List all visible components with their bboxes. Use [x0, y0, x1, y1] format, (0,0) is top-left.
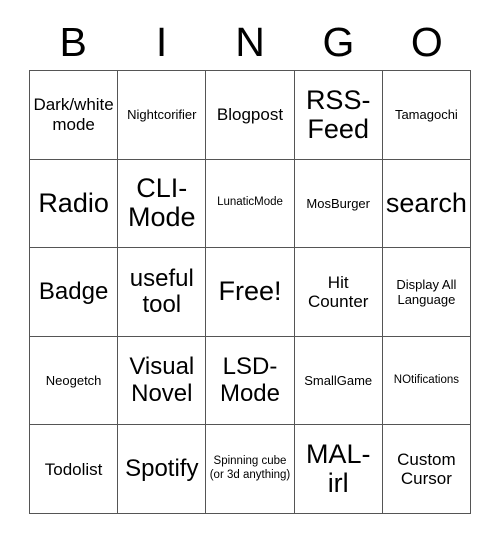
bingo-cell[interactable]: MAL-irl [294, 425, 383, 514]
bingo-header-letter-g: G [322, 18, 355, 65]
bingo-header-letter-i: I [155, 18, 168, 65]
bingo-cell-label: Blogpost [216, 105, 284, 125]
bingo-cell-label: Display All Language [396, 276, 457, 307]
bingo-cell[interactable]: CLI-Mode [118, 159, 207, 249]
bingo-cell[interactable]: MosBurger [294, 159, 383, 249]
bingo-card: B I N G O Dark/white mode Nightcorifier … [29, 14, 471, 514]
bingo-cell[interactable]: Visual Novel [118, 336, 207, 426]
bingo-cell[interactable]: SmallGame [294, 336, 383, 426]
bingo-cell-label: Free! [218, 276, 282, 307]
bingo-cell[interactable]: LSD-Mode [206, 336, 295, 426]
bingo-cell[interactable]: Neogetch [30, 336, 119, 426]
bingo-cell[interactable]: Custom Cursor [382, 425, 471, 514]
bingo-cell-label: LunaticMode [217, 196, 283, 209]
bingo-cell[interactable]: Todolist [30, 425, 119, 514]
bingo-cell[interactable]: Tamagochi [382, 71, 471, 160]
bingo-cell[interactable]: Radio [30, 159, 119, 249]
bingo-cell[interactable]: Spinning cube (or 3d anything) [206, 425, 295, 514]
bingo-cell-label: Visual Novel [129, 353, 195, 407]
bingo-cell-label: Badge [38, 277, 109, 305]
bingo-header-letter-b: B [59, 18, 87, 65]
bingo-header-letter-o: O [410, 18, 443, 65]
bingo-cell-label: Hit Counter [307, 272, 369, 311]
bingo-cell[interactable]: Badge [30, 248, 119, 337]
bingo-cell[interactable]: Dark/white mode [30, 71, 119, 160]
bingo-cell[interactable]: Hit Counter [294, 248, 383, 337]
bingo-header: B I N G O [29, 14, 471, 70]
bingo-cell-label: search [385, 187, 467, 218]
bingo-cell-label: NOtifications [393, 373, 459, 386]
bingo-cell[interactable]: search [382, 159, 471, 249]
bingo-cell-free-space[interactable]: Free! [206, 248, 295, 337]
bingo-cell[interactable]: Spotify [118, 425, 207, 514]
bingo-cell[interactable]: LunaticMode [206, 159, 295, 249]
bingo-cell-label: Radio [38, 187, 109, 218]
bingo-cell-label: Tamagochi [394, 107, 458, 123]
bingo-grid: Dark/white mode Nightcorifier Blogpost R… [29, 70, 471, 514]
bingo-cell-label: Nightcorifier [127, 107, 197, 123]
bingo-cell-label: CLI-Mode [128, 173, 196, 233]
bingo-cell-label: SmallGame [304, 372, 373, 388]
bingo-cell-label: MosBurger [306, 195, 370, 211]
bingo-cell[interactable]: NOtifications [382, 336, 471, 426]
bingo-cell-label: Spinning cube (or 3d anything) [209, 455, 291, 482]
bingo-cell[interactable]: Blogpost [206, 71, 295, 160]
bingo-cell-label: Dark/white mode [33, 95, 114, 134]
bingo-cell-label: RSS-Feed [305, 84, 371, 144]
bingo-cell-label: Custom Cursor [397, 449, 456, 489]
bingo-cell-label: Todolist [44, 459, 103, 479]
bingo-header-letter-n: N [235, 18, 265, 65]
bingo-cell[interactable]: Display All Language [382, 248, 471, 337]
bingo-cell[interactable]: RSS-Feed [294, 71, 383, 160]
bingo-cell-label: Neogetch [45, 372, 102, 388]
bingo-cell[interactable]: Nightcorifier [118, 71, 207, 160]
bingo-cell-label: MAL-irl [305, 439, 371, 499]
bingo-cell-label: Spotify [125, 454, 199, 482]
bingo-cell[interactable]: useful tool [118, 248, 207, 337]
bingo-cell-label: LSD-Mode [219, 353, 281, 407]
bingo-cell-label: useful tool [129, 264, 194, 318]
